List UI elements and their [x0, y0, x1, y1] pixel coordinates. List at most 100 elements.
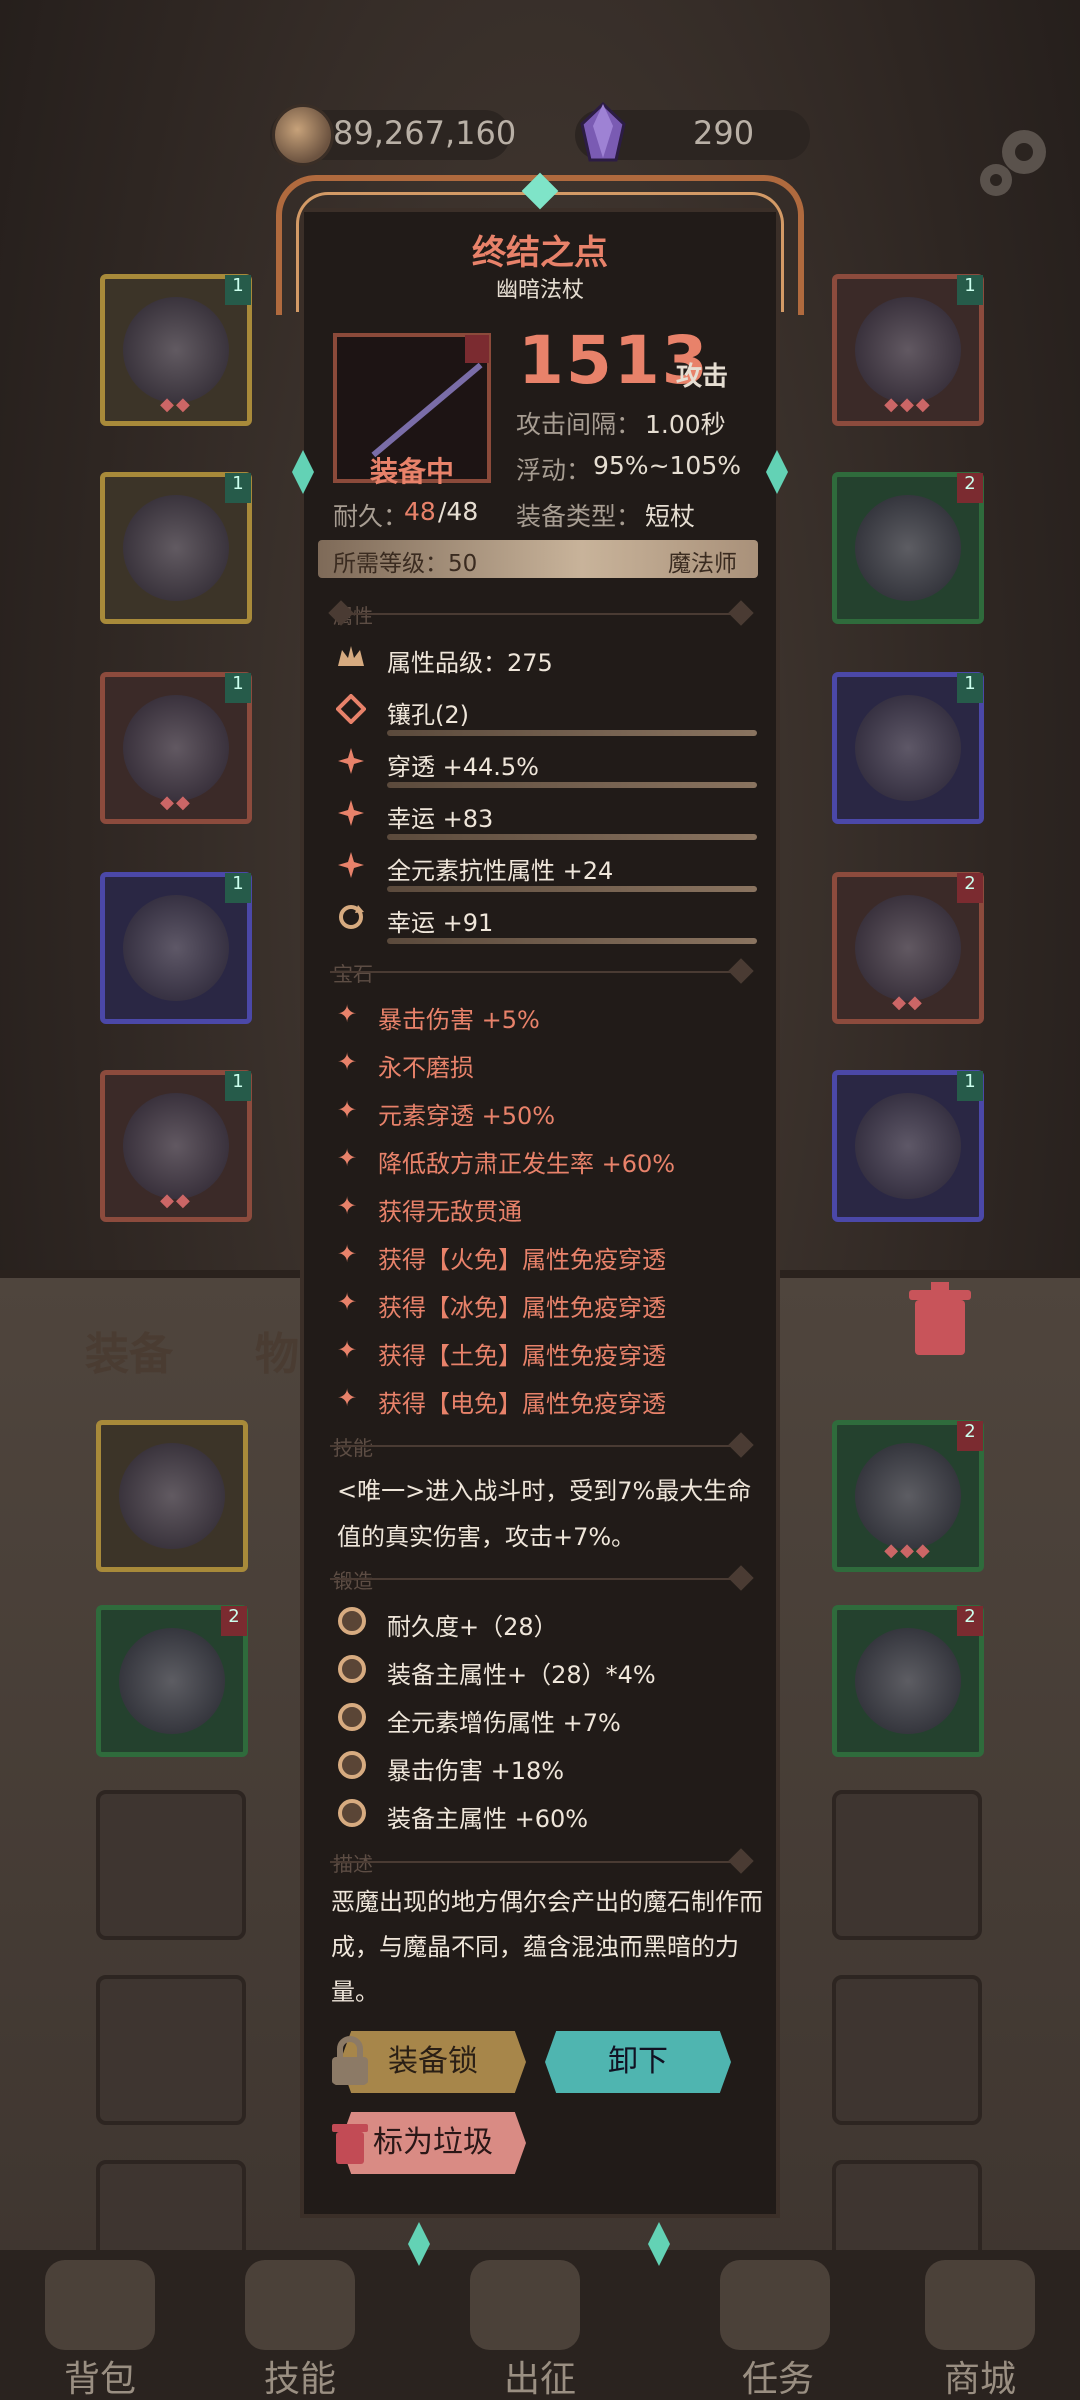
- attribute-line: 穿透 +44.5%: [387, 753, 539, 781]
- attribute-sockets: 镶孔(2): [387, 701, 469, 729]
- nav-quests[interactable]: 任务: [708, 2350, 848, 2400]
- inventory-slot-empty[interactable]: [832, 1975, 982, 2125]
- tier-badge: [465, 335, 489, 363]
- gem-effect: 获得【电免】属性免疫穿透: [378, 1390, 666, 1418]
- armor-icon: [119, 1443, 225, 1549]
- forge-effect: 暴击伤害 +18%: [387, 1757, 565, 1785]
- gem-effect: 暴击伤害 +5%: [378, 1006, 540, 1034]
- attribute-grade: 属性品级：275: [387, 649, 553, 677]
- attack-interval-label: 攻击间隔：: [516, 410, 642, 439]
- unequip-button-label: 卸下: [608, 2044, 668, 2079]
- divider: [330, 1578, 750, 1580]
- attribute-bar: [387, 938, 757, 944]
- equip-slot-boots[interactable]: 1 ◆◆: [100, 1070, 252, 1222]
- equip-slot-weapon[interactable]: 2 ◆◆: [832, 872, 984, 1024]
- skill-description: <唯一>进入战斗时，受到7%最大生命值的真实伤害，攻击+7%。: [337, 1477, 752, 1551]
- armor-icon: [119, 1628, 225, 1734]
- unequip-button[interactable]: 卸下: [545, 2031, 731, 2093]
- bottom-nav: 背包 技能 出征 任务 商城: [0, 2250, 1080, 2400]
- attribute-bar: [387, 730, 757, 736]
- star-icon: ✦: [337, 1048, 358, 1076]
- trash-icon[interactable]: [905, 1280, 975, 1360]
- star-icon: ✦: [337, 1192, 358, 1220]
- necklace-icon: [855, 297, 961, 403]
- item-name: 终结之点: [472, 233, 608, 273]
- sparkle-icon: [338, 800, 364, 826]
- star-icon: ✦: [337, 1288, 358, 1316]
- gem-effect: 获得无敌贯通: [378, 1198, 522, 1226]
- float-label: 浮动：: [516, 456, 592, 485]
- equip-slot-pants[interactable]: 1: [100, 872, 252, 1024]
- equip-slot-armor[interactable]: 1: [100, 472, 252, 624]
- equipped-label: 装备中: [369, 455, 454, 488]
- skill-book-icon: [245, 2260, 355, 2350]
- equip-slot-helmet[interactable]: 1 ◆◆: [100, 274, 252, 426]
- armor-icon: [123, 495, 229, 601]
- map-icon: [470, 2260, 580, 2350]
- forge-dot-icon: [338, 1607, 366, 1635]
- ring-icon: [855, 495, 961, 601]
- scroll-icon: [720, 2260, 830, 2350]
- gem-effect: 降低敌方肃正发生率 +60%: [378, 1150, 676, 1178]
- equip-slot-gloves[interactable]: 1 ◆◆: [100, 672, 252, 824]
- star-icon: ✦: [337, 1336, 358, 1364]
- necklace-icon: [855, 1628, 961, 1734]
- required-level: 所需等级：50: [333, 551, 478, 577]
- forge-dot-icon: [338, 1799, 366, 1827]
- nav-skills[interactable]: 技能: [230, 2350, 370, 2400]
- coin-value: 89,267,160: [333, 114, 517, 152]
- inventory-slot[interactable]: 2: [832, 1605, 984, 1757]
- staff-icon: [371, 362, 483, 458]
- inventory-slot-empty[interactable]: [96, 1790, 246, 1940]
- gear-icon[interactable]: [972, 118, 1058, 204]
- inventory-slot[interactable]: 2: [96, 1605, 248, 1757]
- attack-interval-value: 1.00秒: [645, 410, 726, 439]
- equip-slot-necklace[interactable]: 1 ◆◆◆: [832, 274, 984, 426]
- forge-effect: 耐久度+（28）: [387, 1613, 558, 1641]
- attribute-line: 全元素抗性属性 +24: [387, 857, 614, 885]
- forge-dot-icon: [338, 1751, 366, 1779]
- equip-type-label: 装备类型：: [516, 502, 642, 531]
- tab-equipment[interactable]: 装备: [85, 1318, 173, 1382]
- inventory-slot-empty[interactable]: [832, 1790, 982, 1940]
- refresh-icon: [339, 905, 364, 929]
- attribute-line: 幸运 +91: [387, 909, 494, 937]
- nav-bag[interactable]: 背包: [30, 2350, 170, 2400]
- forge-dot-icon: [338, 1655, 366, 1683]
- staff-icon: [855, 895, 961, 1001]
- gloves-icon: [123, 695, 229, 801]
- crown-icon: [925, 2260, 1035, 2350]
- coin-icon: [272, 104, 334, 166]
- durability-max: /48: [438, 497, 479, 526]
- gem-effect: 获得【火免】属性免疫穿透: [378, 1246, 666, 1274]
- required-class: 魔法师: [668, 551, 737, 577]
- crown-icon: [338, 646, 364, 666]
- equip-slot-ring-2[interactable]: 1: [832, 672, 984, 824]
- divider: [330, 613, 750, 615]
- equip-slot-offhand[interactable]: 1: [832, 1070, 984, 1222]
- lock-icon: [332, 2036, 368, 2085]
- attribute-bar: [387, 834, 757, 840]
- trash-icon: [332, 2124, 368, 2164]
- inventory-slot[interactable]: 2 ◆◆◆: [832, 1420, 984, 1572]
- currency-bar: 89,267,160 290: [0, 100, 1080, 170]
- mark-junk-button-label: 标为垃圾: [373, 2125, 493, 2160]
- inventory-slot-empty[interactable]: [96, 1975, 246, 2125]
- forge-effect: 装备主属性 +60%: [387, 1805, 589, 1833]
- nav-battle[interactable]: 出征: [470, 2350, 610, 2400]
- star-icon: ✦: [337, 1000, 358, 1028]
- lock-button-label: 装备锁: [388, 2044, 478, 2079]
- forge-effect: 全元素增伤属性 +7%: [387, 1709, 621, 1737]
- gem-effect: 永不磨损: [378, 1054, 474, 1082]
- gauntlet-icon: [855, 1443, 961, 1549]
- star-icon: ✦: [337, 1384, 358, 1412]
- forge-dot-icon: [338, 1703, 366, 1731]
- gem-effect: 元素穿透 +50%: [378, 1102, 556, 1130]
- attribute-bar: [387, 886, 757, 892]
- pants-icon: [123, 895, 229, 1001]
- equip-slot-ring-1[interactable]: 2: [832, 472, 984, 624]
- nav-shop[interactable]: 商城: [910, 2350, 1050, 2400]
- inventory-slot[interactable]: [96, 1420, 248, 1572]
- star-icon: ✦: [337, 1240, 358, 1268]
- helmet-icon: [123, 297, 229, 403]
